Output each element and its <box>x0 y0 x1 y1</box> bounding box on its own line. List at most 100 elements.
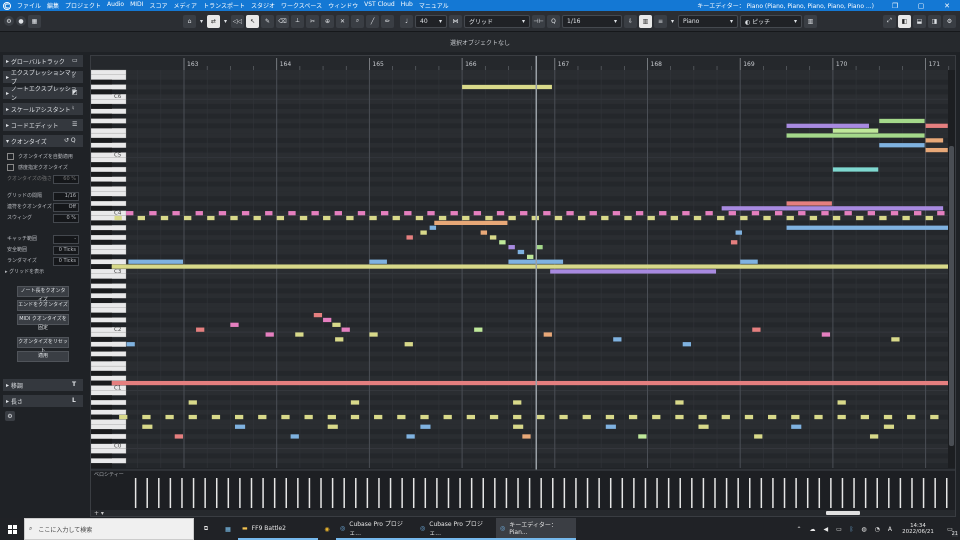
midi-note[interactable] <box>404 211 412 216</box>
midi-note[interactable] <box>496 211 505 216</box>
menu-item[interactable]: VST Cloud <box>361 1 398 10</box>
midi-note[interactable] <box>791 424 802 429</box>
midi-note[interactable] <box>735 230 742 235</box>
menu-item[interactable]: マニュアル <box>416 1 452 10</box>
midi-note[interactable] <box>438 215 447 221</box>
black-key[interactable] <box>91 181 112 187</box>
white-key[interactable] <box>90 176 127 182</box>
midi-note[interactable] <box>670 215 679 221</box>
midi-note[interactable] <box>462 215 470 221</box>
velocity-bar[interactable] <box>459 478 461 508</box>
menu-item[interactable]: プロジェクト <box>62 1 104 10</box>
midi-note[interactable] <box>195 211 203 216</box>
show-info-icon[interactable]: ⌂ <box>183 14 196 28</box>
windows-start-icon[interactable] <box>0 518 24 540</box>
midi-note[interactable] <box>196 327 205 332</box>
line-tool-icon[interactable]: ╱ <box>366 14 379 28</box>
glue-tool-icon[interactable]: ⊕ <box>321 14 334 28</box>
midi-note[interactable] <box>346 215 354 221</box>
dropdown-arrow-icon[interactable]: ▾ <box>669 15 676 28</box>
midi-note[interactable] <box>517 249 525 255</box>
black-key[interactable] <box>91 346 112 352</box>
black-key[interactable] <box>91 356 112 362</box>
velocity-bar[interactable] <box>853 478 855 508</box>
velocity-lane[interactable] <box>91 470 955 510</box>
velocity-bar[interactable] <box>656 478 658 508</box>
midi-note[interactable] <box>879 118 925 124</box>
black-key[interactable] <box>91 162 112 168</box>
white-key[interactable] <box>90 225 127 231</box>
section-transpose[interactable]: ▸ 移調 T <box>3 379 83 391</box>
midi-note[interactable] <box>613 337 622 342</box>
iterative-quantize-option[interactable]: 感度指定クオンタイズ <box>3 162 83 173</box>
midi-note[interactable] <box>357 211 366 216</box>
white-key[interactable] <box>90 108 127 114</box>
midi-note[interactable] <box>290 434 299 439</box>
velocity-bar[interactable] <box>366 478 369 508</box>
velocity-bar[interactable] <box>667 478 670 508</box>
autoscroll-icon[interactable]: ⇄ <box>207 14 220 28</box>
midi-note[interactable] <box>869 434 879 439</box>
triplet-field[interactable]: Off <box>53 203 79 212</box>
white-key[interactable] <box>90 200 127 207</box>
velocity-bar[interactable] <box>841 478 844 508</box>
midi-note[interactable] <box>522 434 531 439</box>
velocity-bar[interactable] <box>239 478 241 508</box>
pencil-icon[interactable]: ✏ <box>381 14 394 28</box>
midi-note[interactable] <box>420 424 431 429</box>
midi-note[interactable] <box>902 215 910 221</box>
white-key[interactable] <box>90 365 127 372</box>
midi-note[interactable] <box>867 211 876 216</box>
midi-note[interactable] <box>786 133 925 138</box>
midi-note[interactable] <box>188 400 197 405</box>
midi-note[interactable] <box>883 414 893 420</box>
white-key[interactable] <box>90 399 127 406</box>
midi-note[interactable] <box>119 414 128 420</box>
black-key[interactable] <box>91 103 112 109</box>
window-layout-icon[interactable]: ▦ <box>28 14 41 28</box>
velocity-bar[interactable] <box>482 478 484 508</box>
midi-note[interactable] <box>427 211 435 216</box>
white-key[interactable] <box>90 351 127 357</box>
task-view-icon[interactable]: ⧉ <box>194 518 218 540</box>
white-key[interactable] <box>90 128 127 134</box>
white-key[interactable] <box>90 234 127 241</box>
midi-note[interactable] <box>925 138 944 143</box>
midi-note[interactable] <box>350 400 360 405</box>
midi-note[interactable] <box>420 230 427 235</box>
midi-note[interactable] <box>550 269 717 274</box>
black-key[interactable] <box>91 123 112 129</box>
quantize-lengths-button[interactable]: ノート長をクオンタイズ <box>17 286 69 303</box>
midi-note[interactable] <box>856 215 864 221</box>
midi-note[interactable] <box>126 211 134 216</box>
lower-zone-icon[interactable]: ⬓ <box>913 14 926 28</box>
black-key[interactable] <box>91 370 112 376</box>
bluetooth-icon[interactable]: ᛒ <box>846 518 858 540</box>
velocity-bar[interactable] <box>204 478 206 508</box>
menu-item[interactable]: ワークスペース <box>278 1 325 10</box>
taskbar-search[interactable]: ⌕ ここに入力して検索 <box>24 518 194 540</box>
split-tool-icon[interactable]: ✂ <box>306 14 319 28</box>
midi-note[interactable] <box>879 215 887 221</box>
black-key[interactable] <box>91 196 112 202</box>
velocity-bar[interactable] <box>737 478 739 508</box>
velocity-bar[interactable] <box>227 478 230 508</box>
midi-note[interactable] <box>335 337 344 342</box>
midi-note[interactable] <box>253 215 261 221</box>
midi-note[interactable] <box>754 434 763 439</box>
clock[interactable]: 14:34 2022/06/21 <box>896 518 940 540</box>
velocity-bar[interactable] <box>899 478 902 508</box>
midi-note[interactable] <box>374 414 383 420</box>
midi-note[interactable] <box>786 215 794 221</box>
midi-note[interactable] <box>327 424 338 429</box>
white-key[interactable] <box>90 341 127 347</box>
velocity-bar[interactable] <box>575 478 577 508</box>
volume-icon[interactable]: ◀ <box>819 518 832 540</box>
midi-note[interactable] <box>791 414 800 420</box>
mute-tool-icon[interactable]: ✕ <box>336 14 349 28</box>
velocity-bar[interactable] <box>181 478 183 508</box>
midi-note[interactable] <box>837 414 846 420</box>
white-key[interactable] <box>90 132 127 139</box>
midi-note[interactable] <box>698 414 707 420</box>
midi-note[interactable] <box>295 332 304 337</box>
